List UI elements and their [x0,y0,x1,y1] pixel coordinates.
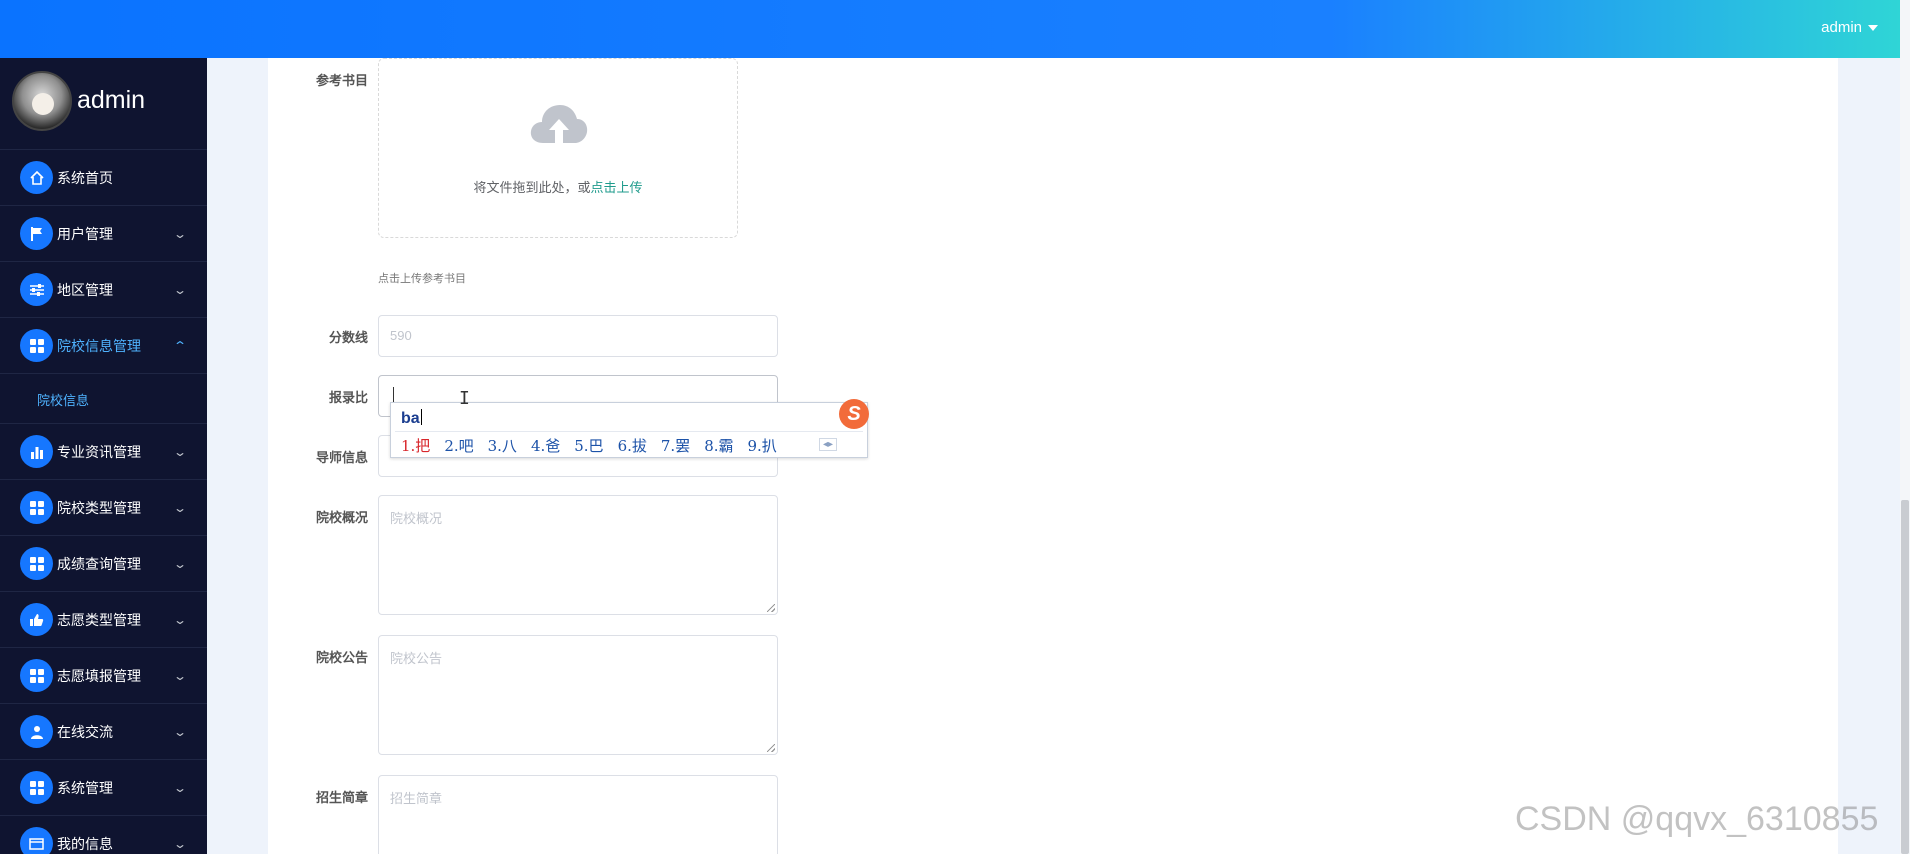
upload-hint: 将文件拖到此处，或点击上传 [379,177,737,196]
sidebar-item-label: 用户管理 [57,225,113,242]
upload-link[interactable]: 点击上传 [591,180,643,195]
ime-candidates: 1.把 2.吧 3.八 4.爸 5.巴 6.拔 7.罢 8.霸 9.扒 [401,435,777,456]
chevron-down-icon: ⌄ [172,444,188,459]
notice-placeholder: 院校公告 [390,651,443,666]
chevron-down-icon: ⌄ [172,836,188,851]
chevron-down-icon: ⌄ [172,780,188,795]
sidebar-item-label: 院校类型管理 [57,499,141,516]
user-menu-label: admin [1821,19,1862,36]
score-input-value: 590 [390,328,412,343]
grid-icon [20,491,53,524]
ratio-label: 报录比 [328,390,368,405]
ime-pager-icon[interactable]: ◂▸ [818,438,837,451]
notice-textarea[interactable]: 院校公告 [378,635,778,755]
resize-handle-icon[interactable] [767,744,775,752]
overview-placeholder: 院校概况 [390,511,443,526]
score-input[interactable]: 590 [378,315,778,357]
upload-dropzone[interactable]: 将文件拖到此处，或点击上传 [378,58,738,238]
sogou-logo-icon: S [839,399,869,429]
chevron-down-icon: ⌄ [172,500,188,515]
sidebar-item-wish-types[interactable]: 志愿类型管理 ⌄ [0,592,207,648]
brochure-textarea[interactable]: 招生简章 [378,775,778,854]
ime-divider [395,431,863,432]
bar-chart-icon [20,435,53,468]
avatar [12,71,72,131]
sidebar-item-label: 地区管理 [57,281,113,298]
user-menu[interactable]: admin [1821,19,1878,36]
sidebar-item-label: 系统首页 [57,169,113,186]
sidebar-item-system[interactable]: 系统管理 ⌄ [0,760,207,816]
watermark: CSDN @qqvx_6310855 [1515,800,1879,838]
chevron-down-icon: ⌄ [172,724,188,739]
sidebar-item-score-query[interactable]: 成绩查询管理 ⌄ [0,536,207,592]
ime-candidate[interactable]: 2.吧 [444,435,473,456]
grid-icon [20,659,53,692]
ime-candidate[interactable]: 6.拔 [618,435,647,456]
resize-handle-icon[interactable] [767,604,775,612]
upload-tip: 点击上传参考书目 [378,273,466,285]
caret-down-icon [1868,24,1878,31]
ime-candidate[interactable]: 7.罢 [661,435,690,456]
grid-icon [20,329,53,362]
grid-icon [20,547,53,580]
home-icon [20,161,53,194]
page-scrollbar-thumb[interactable] [1901,500,1909,854]
sidebar-item-label: 专业资讯管理 [57,443,141,460]
sidebar-item-label: 系统管理 [57,779,113,796]
thumb-icon [20,603,53,636]
sidebar-item-home[interactable]: 系统首页 [0,150,207,206]
flag-icon [20,217,53,250]
ref-books-label: 参考书目 [315,73,368,88]
sidebar-item-my-info[interactable]: 我的信息 ⌄ [0,816,207,854]
tutor-label: 导师信息 [315,450,368,465]
sidebar-item-wish-fill[interactable]: 志愿填报管理 ⌄ [0,648,207,704]
sidebar-item-label: 院校信息管理 [57,337,141,354]
sidebar-item-label: 志愿类型管理 [57,611,141,628]
ime-candidate[interactable]: 5.巴 [574,435,603,456]
chevron-down-icon: ⌄ [172,612,188,627]
sidebar-profile: admin [0,58,207,150]
chevron-down-icon: ⌄ [172,668,188,683]
ime-composition: ba [401,410,420,427]
notice-label: 院校公告 [315,650,368,665]
sidebar-item-label: 在线交流 [57,723,113,740]
chevron-down-icon: ⌄ [172,282,188,297]
sidebar-item-users[interactable]: 用户管理 ⌄ [0,206,207,262]
ime-candidate[interactable]: 4.爸 [531,435,560,456]
score-label: 分数线 [328,330,368,345]
brochure-placeholder: 招生简章 [390,791,443,806]
chevron-up-icon: ⌃ [172,338,188,353]
ime-candidate[interactable]: 1.把 [401,435,430,456]
ime-candidate[interactable]: 3.八 [488,435,517,456]
sidebar-item-school-info[interactable]: 院校信息管理 ⌃ [0,318,207,374]
sidebar-item-school-types[interactable]: 院校类型管理 ⌄ [0,480,207,536]
grid-icon [20,771,53,804]
overview-label: 院校概况 [315,510,368,525]
chevron-down-icon: ⌄ [172,226,188,241]
ime-candidate[interactable]: 9.扒 [748,435,777,456]
cloud-upload-icon [529,101,589,152]
sidebar-username: admin [77,86,146,114]
sidebar-item-label: 我的信息 [57,835,113,852]
sidebar-item-online-chat[interactable]: 在线交流 ⌄ [0,704,207,760]
ibeam-cursor-icon: I [459,388,470,409]
submenu-label: 院校信息 [37,393,90,408]
sidebar-item-label: 成绩查询管理 [57,555,141,572]
ime-candidate-window[interactable]: ba 1.把 2.吧 3.八 4.爸 5.巴 6.拔 7.罢 8.霸 9.扒 ◂… [390,399,869,458]
ime-candidate[interactable]: 8.霸 [704,435,733,456]
submenu-school-info[interactable]: 院校信息 [0,374,207,424]
overview-textarea[interactable]: 院校概况 [378,495,778,615]
sidebar-item-label: 志愿填报管理 [57,667,141,684]
chevron-down-icon: ⌄ [172,556,188,571]
upload-hint-text: 将文件拖到此处，或 [473,180,591,195]
brochure-label: 招生简章 [315,790,368,805]
sidebar-item-major-news[interactable]: 专业资讯管理 ⌄ [0,424,207,480]
sidebar: admin 系统首页 用户管理 ⌄ 地区管理 ⌄ 院校信息管理 ⌃ 院校信息 专… [0,58,207,854]
sidebar-item-regions[interactable]: 地区管理 ⌄ [0,262,207,318]
top-header: admin [0,0,1900,58]
person-icon [20,715,53,748]
card-icon [20,827,53,854]
sliders-icon [20,273,53,306]
